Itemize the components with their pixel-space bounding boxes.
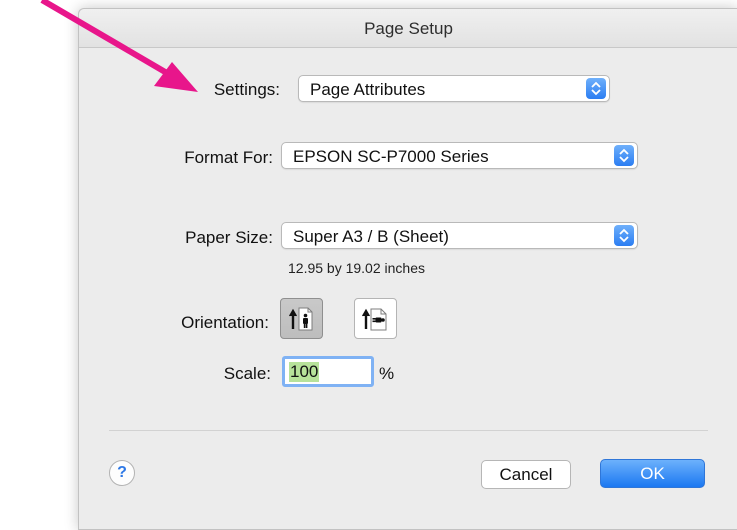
dialog-title: Page Setup [364, 19, 453, 38]
orientation-portrait-button[interactable] [280, 298, 323, 339]
settings-popup[interactable]: Page Attributes [298, 75, 610, 102]
page-setup-dialog: Page Setup Settings: Page Attributes For… [78, 8, 737, 530]
divider [109, 430, 708, 431]
format-for-popup[interactable]: EPSON SC-P7000 Series [281, 142, 638, 169]
scale-value: 100 [289, 362, 320, 382]
format-for-value: EPSON SC-P7000 Series [293, 147, 489, 166]
chevron-up-down-icon [614, 145, 634, 166]
orientation-label: Orientation: [181, 313, 269, 332]
paper-dimensions: 12.95 by 19.02 inches [288, 260, 425, 276]
paper-size-label: Paper Size: [185, 228, 273, 247]
ok-button[interactable]: OK [600, 459, 705, 488]
help-button[interactable]: ? [109, 460, 135, 486]
paper-size-value: Super A3 / B (Sheet) [293, 227, 449, 246]
settings-label: Settings: [213, 80, 280, 99]
portrait-orientation-icon [288, 307, 313, 331]
settings-value: Page Attributes [310, 80, 426, 99]
chevron-up-down-icon [614, 225, 634, 246]
scale-label: Scale: [223, 364, 271, 383]
scale-input[interactable]: 100 [282, 356, 374, 387]
format-for-label: Format For: [184, 148, 273, 167]
landscape-orientation-icon [361, 308, 387, 331]
orientation-landscape-button[interactable] [354, 298, 397, 339]
cancel-button[interactable]: Cancel [481, 460, 571, 489]
paper-size-popup[interactable]: Super A3 / B (Sheet) [281, 222, 638, 249]
title-bar[interactable]: Page Setup [79, 9, 737, 48]
scale-unit: % [379, 364, 395, 383]
chevron-up-down-icon [586, 78, 606, 99]
